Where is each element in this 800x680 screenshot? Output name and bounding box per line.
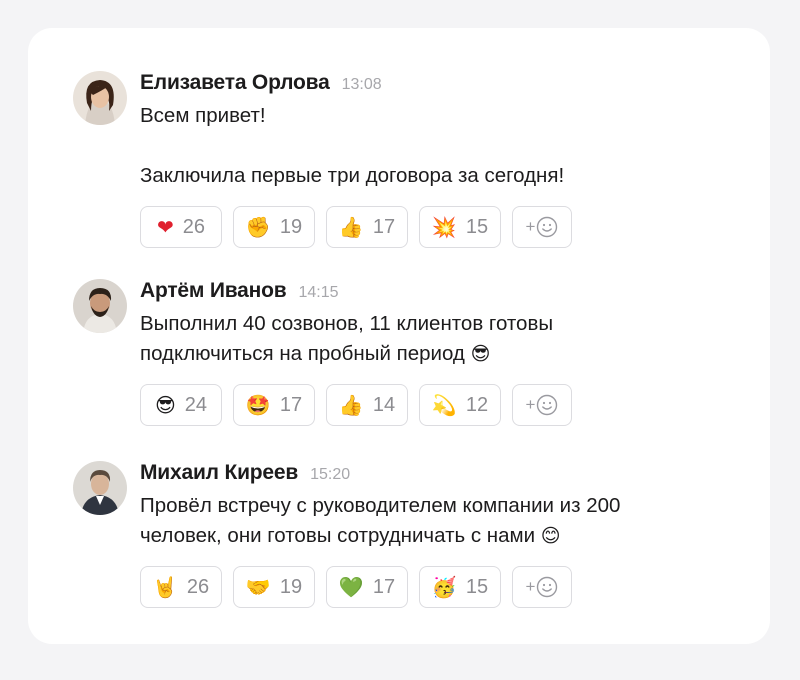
author-name[interactable]: Михаил Киреев: [140, 461, 298, 485]
add-reaction-button[interactable]: +: [512, 206, 572, 248]
avatar[interactable]: [73, 279, 127, 333]
reaction-count: 12: [465, 393, 489, 416]
message-text: Провёл встречу с руководителем компании …: [140, 491, 733, 551]
reaction-party-face[interactable]: 🥳 15: [419, 566, 501, 608]
message-line-text: подключиться на пробный период: [140, 342, 465, 365]
avatar[interactable]: [73, 461, 127, 515]
author-name[interactable]: Елизавета Орлова: [140, 71, 330, 95]
sunglasses-icon: 😎: [154, 393, 176, 417]
thumbs-up-icon: 👍: [338, 215, 364, 239]
smile-add-icon: [537, 394, 558, 416]
message-text: Выполнил 40 созвонов, 11 клиентов готовы…: [140, 309, 733, 369]
message-line: Заключила первые три договора за сегодня…: [140, 164, 565, 187]
reaction-dizzy[interactable]: 💫 12: [419, 384, 501, 426]
message-line: Всем привет!: [140, 104, 266, 127]
sunglasses-emoji-icon: 😎: [470, 343, 491, 365]
reaction-count: 24: [184, 393, 208, 416]
sign-of-horns-icon: 🤘: [152, 575, 178, 599]
green-heart-icon: 💚: [338, 575, 364, 599]
message-line: человек, они готовы сотрудничать с нами …: [140, 521, 733, 551]
reactions-bar: 🤘 26 🤝 19 💚 17 🥳 15 +: [140, 566, 733, 608]
smiling-face-emoji-icon: 😊: [540, 525, 561, 547]
reaction-horns[interactable]: 🤘 26: [140, 566, 222, 608]
smile-add-icon: [537, 576, 558, 598]
add-reaction-button[interactable]: +: [512, 566, 572, 608]
reaction-collision[interactable]: 💥 15: [419, 206, 501, 248]
reactions-bar: 😎 24 🤩 17 👍 14 💫 12 +: [140, 384, 733, 426]
handshake-icon: 🤝: [245, 575, 271, 599]
reaction-count: 17: [372, 575, 396, 598]
reactions-bar: ❤ 26 ✊ 19 👍 17 💥 15 +: [140, 206, 733, 248]
reaction-thumbs-up[interactable]: 👍 14: [326, 384, 408, 426]
reaction-count: 26: [186, 575, 210, 598]
author-name[interactable]: Артём Иванов: [140, 279, 287, 303]
message-card: Елизавета Орлова 13:08 Всем привет! Закл…: [28, 28, 770, 644]
reaction-handshake[interactable]: 🤝 19: [233, 566, 315, 608]
message-text: Всем привет! Заключила первые три догово…: [140, 101, 733, 191]
heart-icon: ❤: [156, 215, 174, 239]
timestamp[interactable]: 14:15: [298, 284, 338, 302]
timestamp[interactable]: 13:08: [342, 76, 382, 94]
smile-add-icon: [537, 216, 558, 238]
reaction-count: 17: [279, 393, 303, 416]
reaction-count: 14: [372, 393, 396, 416]
reaction-sunglasses[interactable]: 😎 24: [140, 384, 222, 426]
reaction-heart[interactable]: ❤ 26: [140, 206, 222, 248]
plus-label: +: [525, 577, 536, 596]
reaction-star-struck[interactable]: 🤩 17: [233, 384, 315, 426]
message-line: подключиться на пробный период 😎: [140, 339, 733, 369]
message-line-text: человек, они готовы сотрудничать с нами: [140, 524, 536, 547]
reaction-thumbs-up[interactable]: 👍 17: [326, 206, 408, 248]
plus-label: +: [525, 395, 536, 414]
reaction-count: 15: [465, 215, 489, 238]
thumbs-up-icon: 👍: [338, 393, 364, 417]
partying-face-icon: 🥳: [431, 575, 457, 599]
collision-icon: 💥: [431, 215, 457, 239]
avatar[interactable]: [73, 71, 127, 125]
plus-label: +: [525, 217, 536, 236]
reaction-fist[interactable]: ✊ 19: [233, 206, 315, 248]
star-struck-icon: 🤩: [245, 393, 271, 417]
raised-fist-icon: ✊: [245, 215, 271, 239]
reaction-green-heart[interactable]: 💚 17: [326, 566, 408, 608]
reaction-count: 17: [372, 215, 396, 238]
reaction-count: 19: [279, 575, 303, 598]
reaction-count: 19: [279, 215, 303, 238]
message-line: Провёл встречу с руководителем компании …: [140, 494, 621, 517]
message-line: Выполнил 40 созвонов, 11 клиентов готовы: [140, 312, 554, 335]
dizzy-icon: 💫: [431, 393, 457, 417]
timestamp[interactable]: 15:20: [310, 466, 350, 484]
reaction-count: 26: [182, 215, 205, 238]
add-reaction-button[interactable]: +: [512, 384, 572, 426]
reaction-count: 15: [465, 575, 489, 598]
